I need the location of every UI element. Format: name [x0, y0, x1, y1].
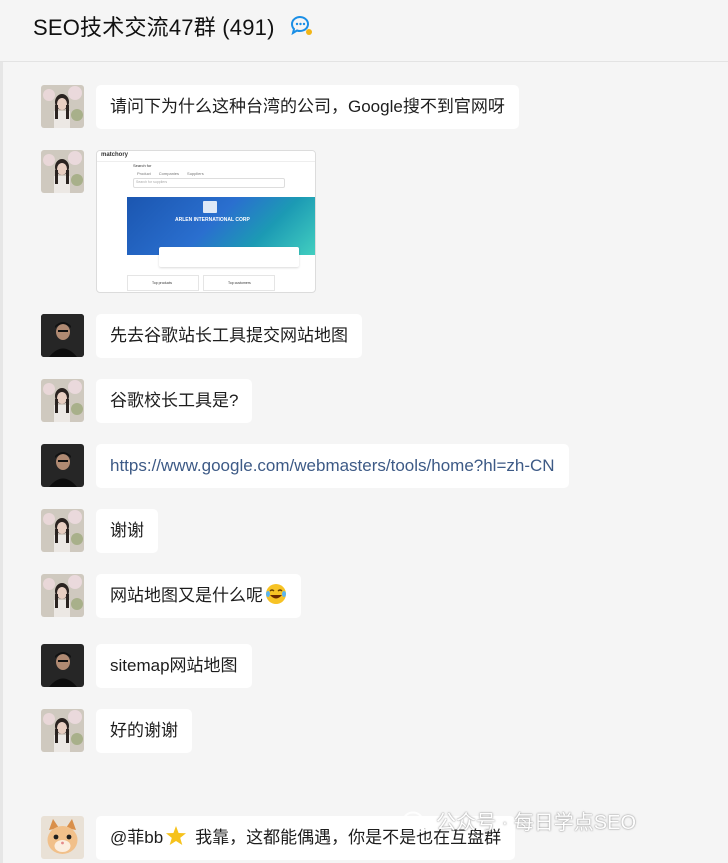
- screenshot-tab: Suppliers: [187, 171, 204, 176]
- screenshot-card: Top customers: [203, 275, 275, 291]
- screenshot-tab: Product: [137, 171, 151, 176]
- watermark: 公众号 · 每日学点SEO: [402, 806, 722, 846]
- avatar[interactable]: [41, 709, 84, 752]
- screenshot-card: Top products: [127, 275, 199, 291]
- avatar[interactable]: [41, 444, 84, 487]
- screenshot-company: ARLEN INTERNATIONAL CORP: [175, 217, 250, 223]
- screenshot-tab: Companies: [158, 171, 180, 176]
- screenshot-search: Search for suppliers: [133, 178, 285, 188]
- message-bubble[interactable]: 先去谷歌站长工具提交网站地图: [96, 314, 362, 358]
- window-edge: [0, 0, 3, 863]
- group-chat-icon[interactable]: [288, 13, 314, 39]
- avatar[interactable]: [41, 644, 84, 687]
- message-bubble[interactable]: 请问下为什么这种台湾的公司，Google搜不到官网呀: [96, 85, 519, 129]
- watermark-text: 公众号 · 每日学点SEO: [436, 812, 637, 834]
- screenshot-stats: [159, 247, 299, 267]
- screenshot-cards: Top products Top customers: [127, 275, 315, 292]
- screenshot-search-placeholder: Search for suppliers: [136, 180, 168, 184]
- group-title: SEO技术交流47群 (491): [33, 15, 275, 40]
- screenshot-topbar: [97, 151, 315, 162]
- avatar[interactable]: [41, 314, 84, 357]
- message-link[interactable]: https://www.google.com/webmasters/tools/…: [96, 444, 569, 488]
- wechat-icon: [403, 811, 429, 833]
- message-text: 网站地图又是什么呢: [110, 586, 263, 605]
- message-bubble[interactable]: 谢谢: [96, 509, 158, 553]
- message-bubble[interactable]: 网站地图又是什么呢: [96, 574, 301, 618]
- chat-header: SEO技术交流47群 (491): [0, 0, 728, 62]
- message-bubble[interactable]: sitemap网站地图: [96, 644, 252, 688]
- message-bubble[interactable]: 谷歌校长工具是?: [96, 379, 253, 423]
- avatar[interactable]: [41, 574, 84, 617]
- avatar[interactable]: [41, 509, 84, 552]
- avatar[interactable]: [41, 150, 84, 193]
- image-message[interactable]: matchory Search for Product Companies Supp…: [96, 150, 316, 293]
- message-bubble[interactable]: 好的谢谢: [96, 709, 192, 753]
- mention-text[interactable]: @菲bb: [110, 828, 163, 847]
- screenshot-tabs: Product Companies Suppliers: [137, 171, 212, 176]
- avatar[interactable]: [41, 379, 84, 422]
- avatar[interactable]: [41, 85, 84, 128]
- avatar[interactable]: [41, 816, 84, 859]
- screenshot-logo: matchory: [101, 152, 129, 158]
- screenshot-section-label: Search for: [133, 163, 152, 168]
- laughing-tears-emoji-icon: [266, 584, 286, 604]
- star-emoji-icon: [166, 826, 187, 845]
- company-badge-icon: [203, 201, 217, 213]
